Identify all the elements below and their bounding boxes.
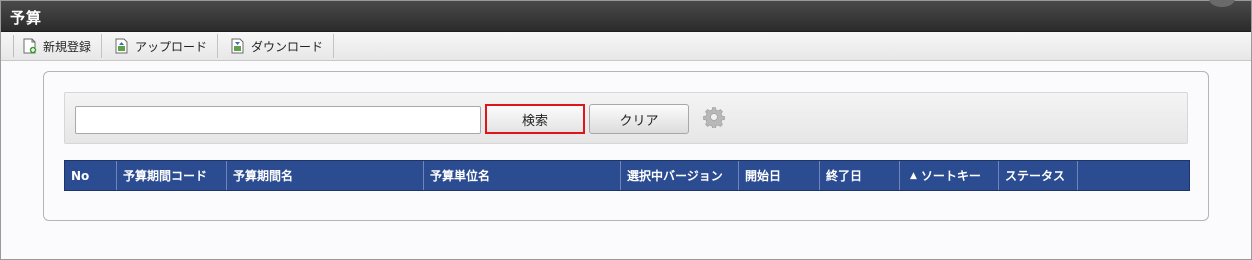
column-header-sort-key[interactable]: ▲ ソートキー	[900, 161, 999, 190]
column-header-budget-period-code[interactable]: 予算期間コード	[117, 161, 227, 190]
column-header-no[interactable]: No	[65, 161, 117, 190]
upload-label: アップロード	[135, 39, 208, 54]
new-register-label: 新規登録	[43, 39, 92, 54]
column-header-extra	[1078, 161, 1189, 190]
column-header-selected-version[interactable]: 選択中バージョン	[621, 161, 739, 190]
download-button[interactable]: ダウンロード	[223, 34, 335, 58]
column-header-budget-period-name[interactable]: 予算期間名	[227, 161, 424, 190]
page-title: 予算	[10, 9, 43, 27]
download-icon	[231, 38, 245, 54]
search-input[interactable]	[75, 106, 481, 134]
window-frame: 予算 新規登録 アップロード ダウンロード 検索 クリア No 予算期間コード …	[0, 0, 1252, 260]
search-bar: 検索 クリア	[64, 92, 1188, 144]
search-button[interactable]: 検索	[485, 104, 585, 134]
clear-button[interactable]: クリア	[589, 104, 689, 134]
sort-ascending-icon: ▲	[910, 170, 917, 181]
column-header-start-date[interactable]: 開始日	[739, 161, 820, 190]
column-header-budget-unit-name[interactable]: 予算単位名	[424, 161, 621, 190]
download-label: ダウンロード	[251, 39, 324, 54]
column-header-end-date[interactable]: 終了日	[820, 161, 900, 190]
toolbar: 新規登録 アップロード ダウンロード	[1, 32, 1251, 61]
gear-icon[interactable]	[703, 106, 725, 129]
new-register-button[interactable]: 新規登録	[15, 34, 103, 58]
search-panel: 検索 クリア No 予算期間コード 予算期間名 予算単位名 選択中バージョン 開…	[43, 71, 1209, 221]
title-bar: 予算	[1, 0, 1251, 32]
toolbar-divider	[13, 35, 14, 57]
table-header: No 予算期間コード 予算期間名 予算単位名 選択中バージョン 開始日 終了日 …	[64, 160, 1190, 191]
upload-button[interactable]: アップロード	[107, 34, 219, 58]
upload-icon	[115, 38, 129, 54]
window-control[interactable]	[1209, 0, 1235, 7]
new-document-icon	[23, 38, 37, 54]
column-header-status[interactable]: ステータス	[999, 161, 1078, 190]
